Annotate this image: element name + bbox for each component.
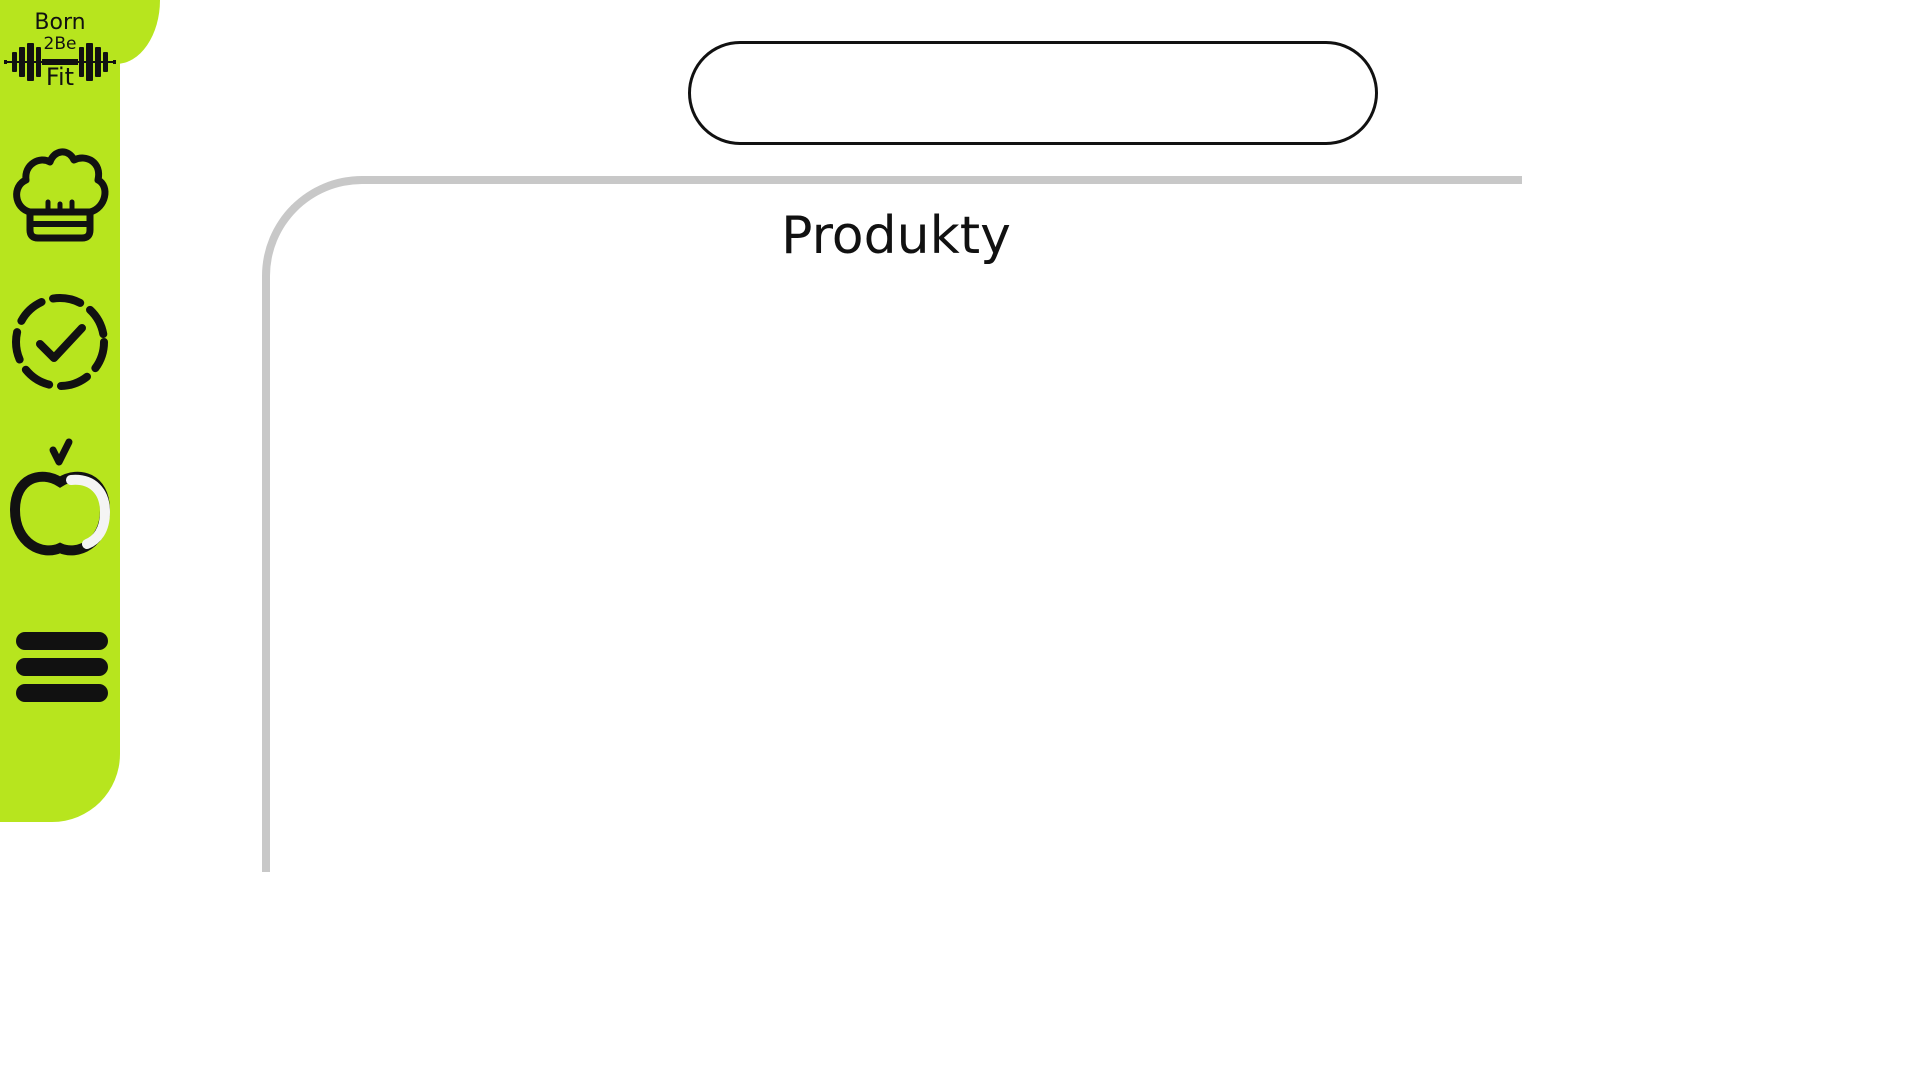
sidebar-top-curve xyxy=(116,0,160,64)
dumbbell-icon xyxy=(4,43,116,81)
sidebar-item-menu[interactable] xyxy=(0,606,120,726)
logo-text-born: Born xyxy=(34,10,86,35)
hamburger-menu-icon xyxy=(16,632,108,702)
search-input[interactable] xyxy=(688,41,1378,145)
dashed-check-circle-icon xyxy=(12,294,108,390)
sidebar-item-recipes[interactable] xyxy=(0,132,120,252)
chef-hat-icon xyxy=(13,148,109,242)
app-logo[interactable]: Born 2Be Fit xyxy=(0,4,120,94)
sidebar-item-progress[interactable] xyxy=(0,282,120,402)
sidebar: Born 2Be Fit xyxy=(0,0,120,822)
apple-icon xyxy=(9,438,111,556)
products-panel: Produkty xyxy=(262,176,1522,872)
products-title: Produkty xyxy=(781,206,1011,266)
sidebar-item-nutrition[interactable] xyxy=(0,436,120,556)
